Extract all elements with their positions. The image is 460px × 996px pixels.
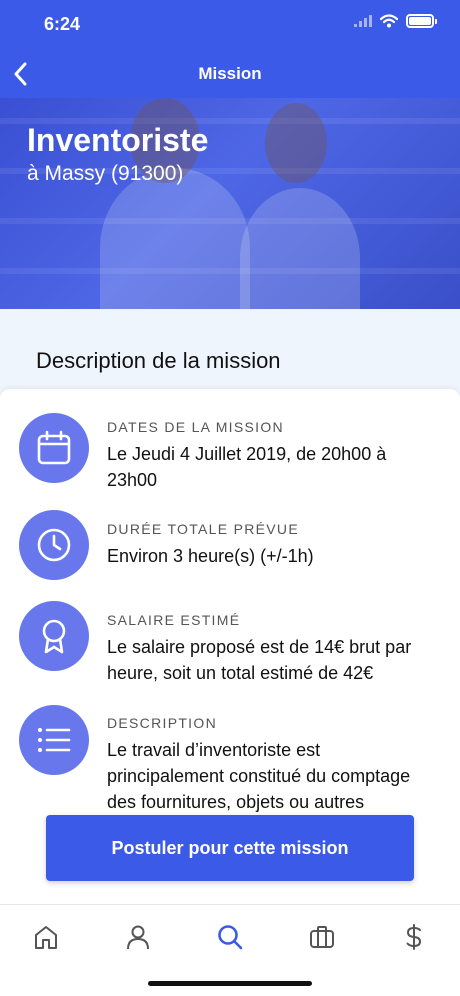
dollar-icon bbox=[406, 924, 422, 950]
hero-person-left bbox=[100, 168, 250, 309]
award-icon bbox=[19, 601, 89, 671]
salary-value: Le salaire proposé est de 14€ brut par h… bbox=[107, 637, 412, 683]
clock-icon bbox=[19, 510, 89, 580]
tab-payments[interactable] bbox=[394, 917, 434, 957]
section-title: Description de la mission bbox=[36, 348, 281, 373]
tab-search[interactable] bbox=[210, 917, 250, 957]
duration-value: Environ 3 heure(s) (+/-1h) bbox=[107, 546, 314, 566]
home-indicator bbox=[148, 981, 312, 986]
apply-mission-button[interactable]: Postuler pour cette mission bbox=[46, 815, 414, 881]
mission-location: à Massy (91300) bbox=[27, 162, 184, 185]
status-time: 6:24 bbox=[44, 14, 81, 34]
user-icon bbox=[127, 925, 149, 950]
status-icons bbox=[354, 14, 437, 28]
wifi-icon bbox=[380, 14, 398, 28]
list-icon bbox=[19, 705, 89, 775]
tab-profile[interactable] bbox=[118, 917, 158, 957]
description-label: DESCRIPTION bbox=[107, 715, 217, 731]
dates-value: Le Jeudi 4 Juillet 2019, de 20h00 à 23h0… bbox=[107, 444, 387, 490]
tab-home[interactable] bbox=[26, 917, 66, 957]
duration-label: DURÉE TOTALE PRÉVUE bbox=[107, 521, 299, 537]
battery-icon bbox=[406, 14, 437, 28]
salary-label: SALAIRE ESTIMÉ bbox=[107, 612, 241, 628]
briefcase-icon bbox=[310, 926, 334, 948]
tab-missions[interactable] bbox=[302, 917, 342, 957]
mission-title: Inventoriste bbox=[27, 122, 209, 158]
dates-label: DATES DE LA MISSION bbox=[107, 419, 284, 435]
search-icon bbox=[218, 925, 243, 950]
description-value: Le travail d’inventoriste est principale… bbox=[107, 740, 411, 812]
page-title: Mission bbox=[198, 64, 262, 83]
app-header: 6:24 Mission bbox=[0, 0, 460, 98]
calendar-icon bbox=[19, 413, 89, 483]
cellular-signal-icon bbox=[354, 15, 372, 27]
home-icon bbox=[35, 926, 57, 949]
hero-person-right bbox=[240, 188, 360, 309]
